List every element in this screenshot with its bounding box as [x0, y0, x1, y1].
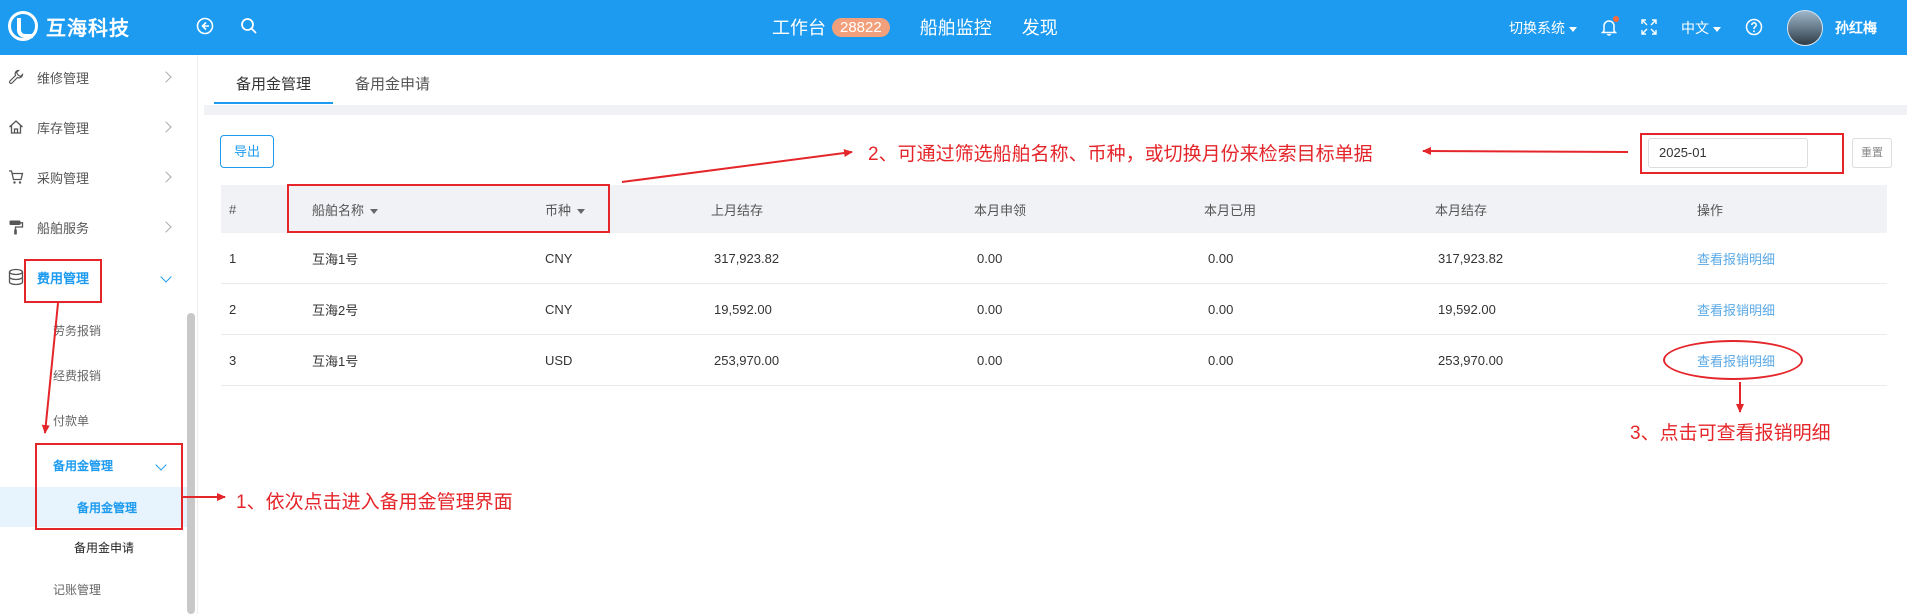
arrow-step2-right	[1422, 147, 1629, 156]
page: 互海科技 工作台 28822 船舶监控 发现 切换系统 中文 孙红梅 维修管理 …	[0, 0, 1907, 614]
annotation-arrows	[41, 147, 1744, 501]
arrow-step1-down	[41, 302, 59, 434]
arrow-step2-left	[621, 149, 853, 183]
